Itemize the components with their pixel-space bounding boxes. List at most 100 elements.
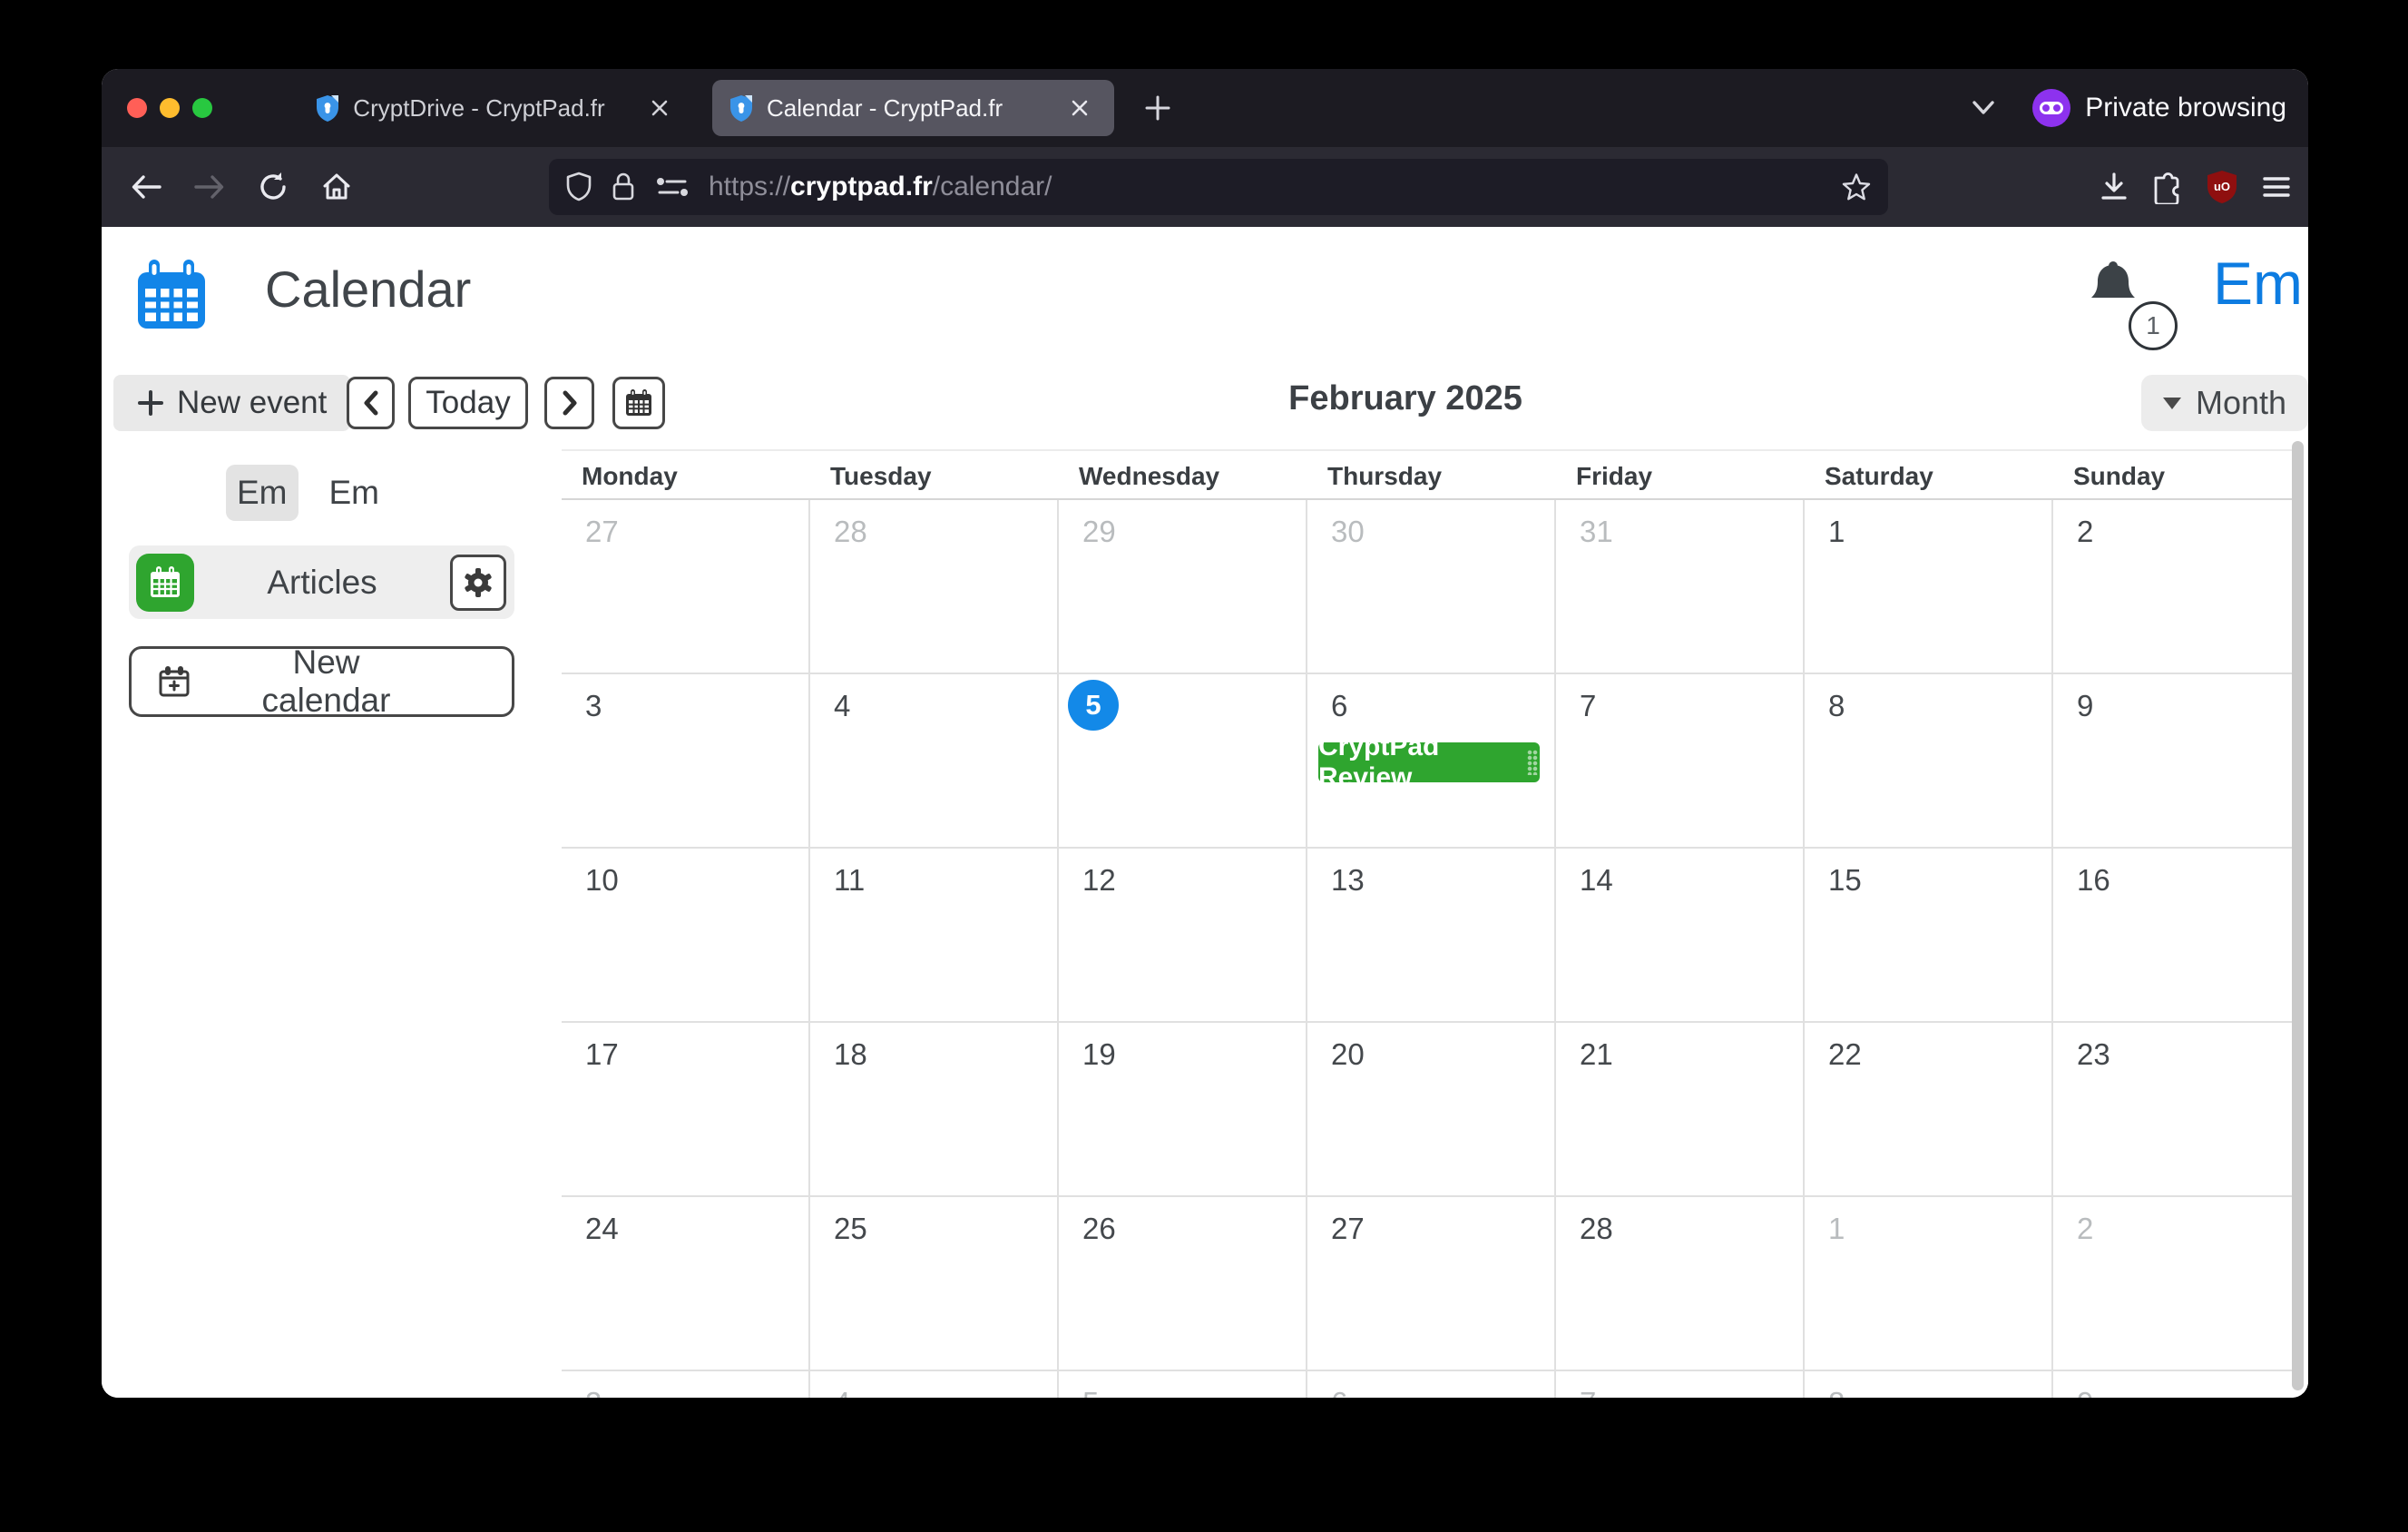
back-button[interactable] xyxy=(114,160,178,214)
calendar-day-cell[interactable]: 3 xyxy=(562,1371,810,1398)
forward-button[interactable] xyxy=(178,160,241,214)
calendar-day-cell[interactable]: 9 xyxy=(2053,674,2302,847)
mini-calendar-icon xyxy=(147,565,183,601)
calendar-day-cell[interactable]: 2 xyxy=(2053,500,2302,673)
calendar-day-cell[interactable]: 10 xyxy=(562,849,810,1021)
calendar-day-cell[interactable]: 11 xyxy=(810,849,1059,1021)
home-button[interactable] xyxy=(305,160,368,214)
bookmark-star-icon[interactable] xyxy=(1841,172,1872,202)
calendar-day-cell[interactable]: 5 xyxy=(1059,1371,1307,1398)
minimize-window-button[interactable] xyxy=(160,98,180,118)
calendar-day-cell[interactable]: 29 xyxy=(1059,500,1307,673)
new-calendar-button[interactable]: New calendar xyxy=(129,646,514,717)
calendar-day-cell[interactable]: 4 xyxy=(810,674,1059,847)
tab-cryptdrive[interactable]: CryptDrive - CryptPad.fr xyxy=(301,69,691,147)
new-calendar-label: New calendar xyxy=(231,643,421,720)
day-number: 1 xyxy=(1828,515,1845,549)
calendar-day-cell[interactable]: 12 xyxy=(1059,849,1307,1021)
tab-calendar[interactable]: Calendar - CryptPad.fr xyxy=(712,80,1114,136)
day-number: 5 xyxy=(1082,1386,1099,1398)
calendar-day-cell[interactable]: 23 xyxy=(2053,1023,2302,1195)
calendar-day-cell[interactable]: 19 xyxy=(1059,1023,1307,1195)
downloads-icon[interactable] xyxy=(2098,171,2130,203)
notification-badge: 1 xyxy=(2129,301,2178,350)
calendar-list-item-articles[interactable]: Articles xyxy=(129,545,514,619)
month-grid: MondayTuesdayWednesdayThursdayFridaySatu… xyxy=(562,449,2302,1398)
calendar-day-cell[interactable]: 15 xyxy=(1805,849,2053,1021)
calendar-day-cell[interactable]: 30 xyxy=(1307,500,1556,673)
url-bar[interactable]: https://cryptpad.fr/calendar/ xyxy=(549,159,1888,215)
calendar-day-cell[interactable]: 14 xyxy=(1556,849,1805,1021)
day-number: 17 xyxy=(585,1037,619,1072)
today-button[interactable]: Today xyxy=(408,377,528,429)
week-row: 17 181920212223 xyxy=(562,1023,2302,1197)
calendar-day-cell[interactable]: 22 xyxy=(1805,1023,2053,1195)
avatar-user[interactable]: Em xyxy=(226,465,299,521)
next-month-button[interactable] xyxy=(544,377,594,429)
calendar-day-cell[interactable]: 1 xyxy=(1805,500,2053,673)
calendar-day-cell[interactable]: 24 xyxy=(562,1197,810,1370)
event-cryptpad-review[interactable]: CryptPad Review xyxy=(1318,742,1540,782)
calendar-plus-icon xyxy=(157,664,191,699)
tab-title: Calendar - CryptPad.fr xyxy=(767,94,1025,123)
calendar-day-cell[interactable]: 7 xyxy=(1556,1371,1805,1398)
calendar-day-cell[interactable]: 20 xyxy=(1307,1023,1556,1195)
calendar-day-cell[interactable]: 1 xyxy=(1805,1197,2053,1370)
calendar-day-cell[interactable]: 6 xyxy=(1307,1371,1556,1398)
new-tab-button[interactable] xyxy=(1138,90,1178,126)
calendar-day-cell[interactable]: 31 xyxy=(1556,500,1805,673)
calendar-day-cell[interactable]: 17 xyxy=(562,1023,810,1195)
private-browsing-label: Private browsing xyxy=(2085,93,2286,123)
tab-bar: CryptDrive - CryptPad.fr Calendar - Cryp… xyxy=(102,69,2308,147)
calendar-day-cell[interactable]: 4 xyxy=(810,1371,1059,1398)
day-number: 4 xyxy=(834,689,850,723)
calendar-day-cell[interactable]: 27 xyxy=(562,500,810,673)
lock-icon[interactable] xyxy=(611,171,636,203)
calendar-day-cell[interactable]: 8 xyxy=(1805,1371,2053,1398)
jump-to-date-button[interactable] xyxy=(612,377,665,429)
calendar-settings-button[interactable] xyxy=(450,555,506,611)
reload-button[interactable] xyxy=(241,160,305,214)
maximize-window-button[interactable] xyxy=(192,98,212,118)
calendar-day-cell[interactable]: 21 xyxy=(1556,1023,1805,1195)
calendar-day-cell[interactable]: 18 xyxy=(810,1023,1059,1195)
calendar-day-cell[interactable]: 7 xyxy=(1556,674,1805,847)
calendar-day-cell[interactable]: 6CryptPad Review xyxy=(1307,674,1556,847)
close-window-button[interactable] xyxy=(127,98,147,118)
calendar-day-cell[interactable]: 28 xyxy=(810,500,1059,673)
calendar-day-cell[interactable]: 28 xyxy=(1556,1197,1805,1370)
avatar-team[interactable]: Em xyxy=(318,465,391,521)
extensions-puzzle-icon[interactable] xyxy=(2150,170,2185,204)
vertical-scrollbar[interactable] xyxy=(2292,441,2304,1390)
week-row: 10111213141516 xyxy=(562,849,2302,1023)
url-text[interactable]: https://cryptpad.fr/calendar/ xyxy=(709,172,1823,202)
new-event-button[interactable]: New event xyxy=(113,375,350,431)
calendar-day-cell[interactable]: 5 xyxy=(1059,674,1307,847)
day-number: 30 xyxy=(1331,515,1365,549)
tracking-protection-shield-icon[interactable] xyxy=(565,171,592,203)
permissions-icon[interactable] xyxy=(654,172,690,201)
calendar-day-cell[interactable]: 25 xyxy=(810,1197,1059,1370)
user-account-button[interactable]: Em xyxy=(2213,249,2303,318)
menu-hamburger-icon[interactable] xyxy=(2259,172,2294,201)
day-number: 27 xyxy=(585,515,619,549)
calendar-day-cell[interactable]: 3 xyxy=(562,674,810,847)
calendar-day-cell[interactable]: 16 xyxy=(2053,849,2302,1021)
calendar-day-cell[interactable]: 9 xyxy=(2053,1371,2302,1398)
calendar-day-cell[interactable]: 26 xyxy=(1059,1197,1307,1370)
close-tab-icon[interactable] xyxy=(1062,90,1098,126)
week-row: 242526272812 xyxy=(562,1197,2302,1371)
calendar-day-cell[interactable]: 2 xyxy=(2053,1197,2302,1370)
ublock-origin-icon[interactable]: uO xyxy=(2205,169,2239,205)
notifications-button[interactable]: 1 xyxy=(2085,260,2185,359)
calendar-day-cell[interactable]: 13 xyxy=(1307,849,1556,1021)
list-all-tabs-button[interactable] xyxy=(1963,94,2003,122)
day-number: 9 xyxy=(2077,689,2093,723)
calendar-day-cell[interactable]: 8 xyxy=(1805,674,2053,847)
calendar-day-cell[interactable]: 27 xyxy=(1307,1197,1556,1370)
weekday-header: Sunday xyxy=(2053,451,2302,498)
previous-month-button[interactable] xyxy=(347,377,395,429)
close-tab-icon[interactable] xyxy=(641,90,678,126)
day-number: 6 xyxy=(1331,1386,1347,1398)
view-mode-dropdown[interactable]: Month xyxy=(2141,375,2308,431)
